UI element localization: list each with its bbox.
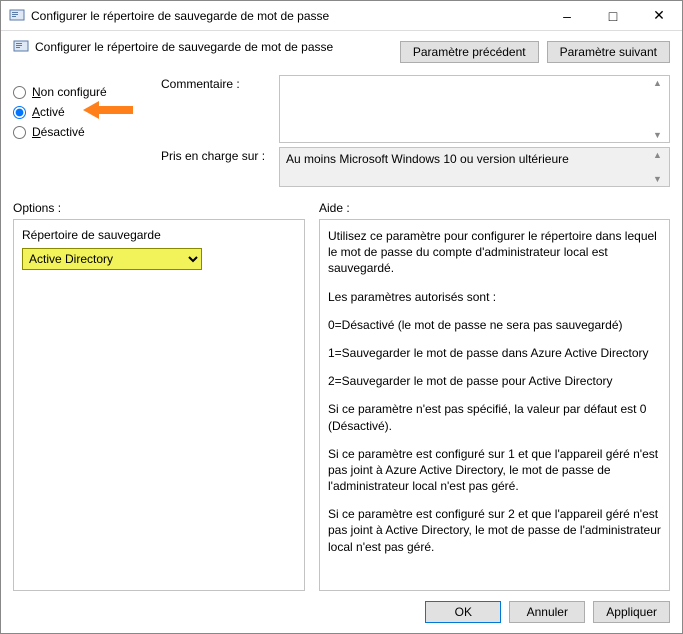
not-configured-radio[interactable] [13, 86, 26, 99]
help-paragraph: 2=Sauvegarder le mot de passe pour Activ… [328, 373, 661, 389]
help-pane: Utilisez ce paramètre pour configurer le… [319, 219, 670, 591]
header-row: Configurer le répertoire de sauvegarde d… [1, 31, 682, 75]
config-area: Non configuré Activé Désactivé Commentai… [1, 75, 682, 195]
next-setting-button[interactable]: Paramètre suivant [547, 41, 670, 63]
scroll-down-icon[interactable]: ▼ [653, 174, 667, 184]
help-paragraph: Si ce paramètre n'est pas spécifié, la v… [328, 401, 661, 433]
supported-on-label: Pris en charge sur : [161, 147, 271, 187]
disabled-radio[interactable] [13, 126, 26, 139]
policy-subtitle: Configurer le répertoire de sauvegarde d… [35, 40, 333, 54]
previous-setting-button[interactable]: Paramètre précédent [400, 41, 539, 63]
comment-label: Commentaire : [161, 75, 271, 143]
not-configured-label[interactable]: Non configuré [32, 85, 107, 99]
enabled-label[interactable]: Activé [32, 105, 65, 119]
options-label: Options : [13, 201, 305, 215]
enabled-radio[interactable] [13, 106, 26, 119]
backup-dir-label: Répertoire de sauvegarde [22, 228, 296, 242]
maximize-button[interactable]: □ [590, 1, 636, 31]
supported-on-text: Au moins Microsoft Windows 10 ou version… [286, 152, 569, 166]
comment-textarea[interactable]: ▲▼ [279, 75, 670, 143]
help-paragraph: Utilisez ce paramètre pour configurer le… [328, 228, 661, 277]
policy-icon [9, 8, 25, 24]
help-paragraph: Si ce paramètre est configuré sur 1 et q… [328, 446, 661, 495]
policy-icon [13, 39, 29, 55]
ok-button[interactable]: OK [425, 601, 501, 623]
footer-buttons: OK Annuler Appliquer [1, 591, 682, 633]
scroll-down-icon[interactable]: ▼ [653, 130, 667, 140]
help-paragraph: Si ce paramètre est configuré sur 2 et q… [328, 506, 661, 555]
help-paragraph: Les paramètres autorisés sont : [328, 289, 661, 305]
options-pane: Répertoire de sauvegarde Active Director… [13, 219, 305, 591]
backup-dir-dropdown[interactable]: Active Directory [22, 248, 202, 270]
close-button[interactable]: ✕ [636, 1, 682, 31]
cancel-button[interactable]: Annuler [509, 601, 585, 623]
scroll-up-icon[interactable]: ▲ [653, 78, 667, 88]
disabled-label[interactable]: Désactivé [32, 125, 85, 139]
help-label: Aide : [319, 201, 350, 215]
supported-on-box: Au moins Microsoft Windows 10 ou version… [279, 147, 670, 187]
help-paragraph: 1=Sauvegarder le mot de passe dans Azure… [328, 345, 661, 361]
titlebar: Configurer le répertoire de sauvegarde d… [1, 1, 682, 31]
scroll-up-icon[interactable]: ▲ [653, 150, 667, 160]
help-paragraph: 0=Désactivé (le mot de passe ne sera pas… [328, 317, 661, 333]
apply-button[interactable]: Appliquer [593, 601, 670, 623]
window-title: Configurer le répertoire de sauvegarde d… [31, 9, 544, 23]
minimize-button[interactable]: – [544, 1, 590, 31]
state-radio-group: Non configuré Activé Désactivé [13, 75, 153, 187]
